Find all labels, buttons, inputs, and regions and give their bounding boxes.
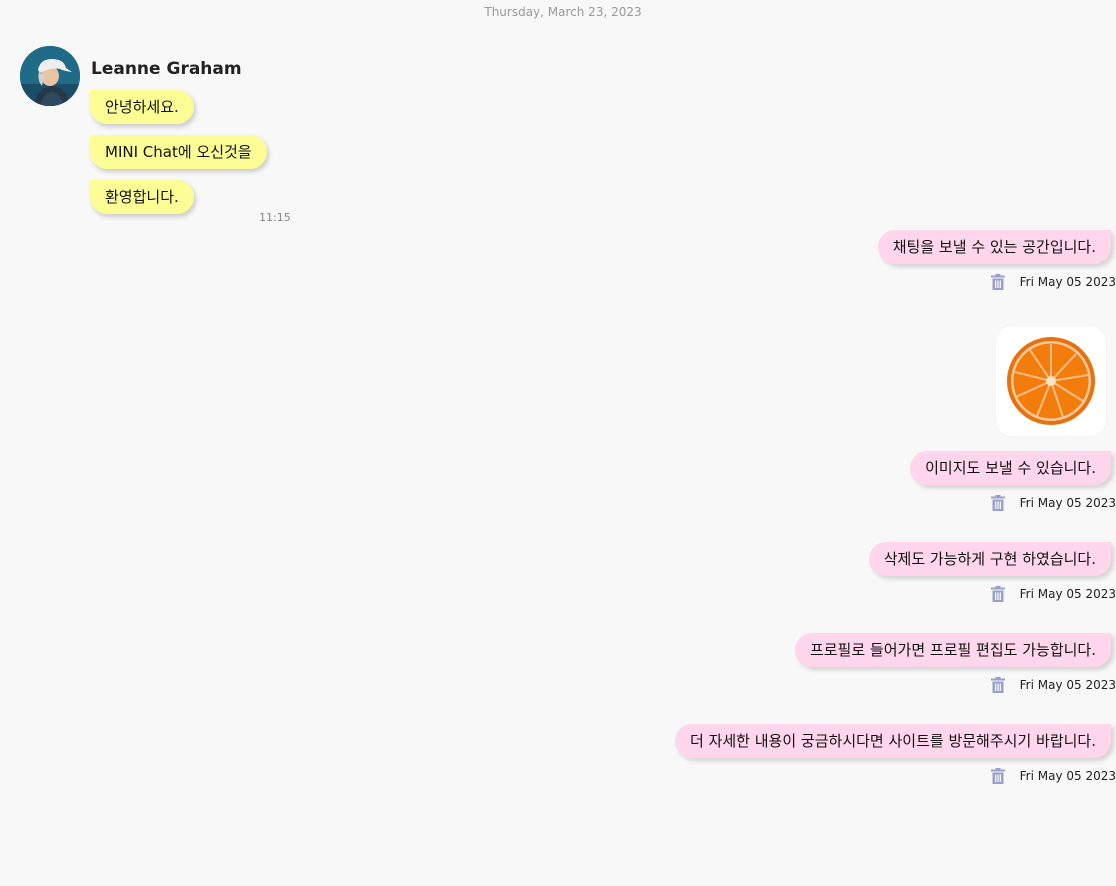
avatar-photo xyxy=(20,46,80,106)
chat-room: Thursday, March 23, 2023 Leanne Graham 안… xyxy=(0,0,1116,886)
message-meta: Fri May 05 2023 xyxy=(988,493,1116,513)
image-message[interactable] xyxy=(996,326,1106,436)
incoming-timestamp: 11:15 xyxy=(259,211,291,221)
message-meta: Fri May 05 2023 xyxy=(988,272,1116,292)
message-meta: Fri May 05 2023 xyxy=(988,675,1116,695)
message-date: Fri May 05 2023 xyxy=(1019,587,1116,601)
outgoing-message: 삭제도 가능하게 구현 하였습니다. xyxy=(868,542,1111,576)
incoming-message: MINI Chat에 오신것을 xyxy=(90,135,267,169)
trash-icon[interactable] xyxy=(988,584,1008,604)
message-date: Fri May 05 2023 xyxy=(1019,496,1116,510)
message-date: Fri May 05 2023 xyxy=(1019,275,1116,289)
outgoing-message: 채팅을 보낼 수 있는 공간입니다. xyxy=(877,230,1111,264)
message-date: Fri May 05 2023 xyxy=(1019,769,1116,783)
message-date: Fri May 05 2023 xyxy=(1019,678,1116,692)
message-meta: Fri May 05 2023 xyxy=(988,766,1116,786)
outgoing-message: 프로필로 들어가면 프로필 편집도 가능합니다. xyxy=(794,633,1111,667)
trash-icon[interactable] xyxy=(988,272,1008,292)
message-meta: Fri May 05 2023 xyxy=(988,584,1116,604)
sender-name: Leanne Graham xyxy=(91,59,242,79)
outgoing-message: 이미지도 보낼 수 있습니다. xyxy=(910,451,1111,485)
incoming-message: 환영합니다. xyxy=(90,180,194,214)
trash-icon[interactable] xyxy=(988,493,1008,513)
orange-slice-image xyxy=(1007,337,1095,425)
trash-icon[interactable] xyxy=(988,675,1008,695)
avatar[interactable] xyxy=(20,46,80,106)
incoming-message: 안녕하세요. xyxy=(90,90,194,124)
date-header: Thursday, March 23, 2023 xyxy=(484,5,642,19)
outgoing-message: 더 자세한 내용이 궁금하시다면 사이트를 방문해주시기 바랍니다. xyxy=(675,724,1111,758)
trash-icon[interactable] xyxy=(988,766,1008,786)
